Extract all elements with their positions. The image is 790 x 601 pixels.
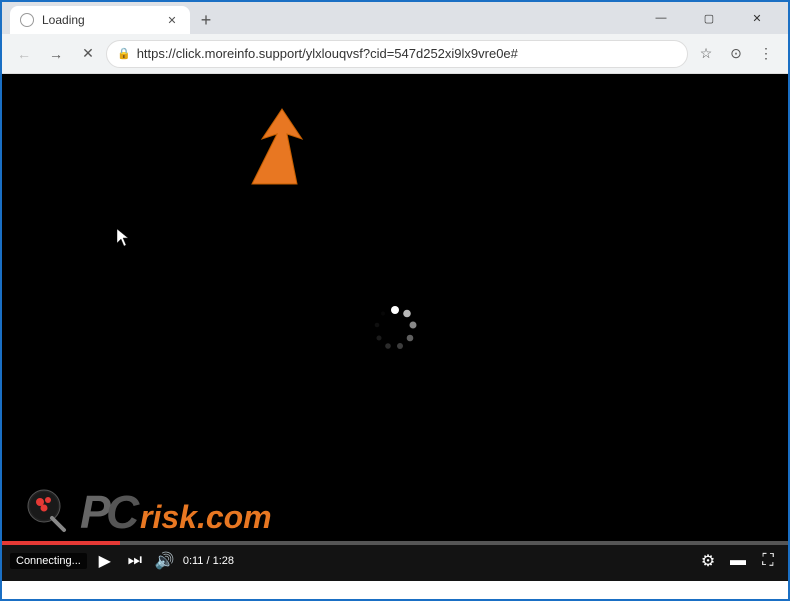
bookmark-button[interactable]: ☆ [692, 40, 720, 68]
settings-button[interactable]: ⚙ [696, 549, 720, 573]
next-button[interactable]: ⏭ [123, 549, 147, 573]
theater-button[interactable]: ▬ [726, 549, 750, 573]
right-controls: ⚙ ▬ ⛶ [696, 549, 780, 573]
forward-button[interactable]: → [42, 40, 70, 68]
fullscreen-button[interactable]: ⛶ [756, 549, 780, 573]
tab-strip: Loading ✕ + [10, 2, 638, 34]
new-tab-button[interactable]: + [192, 6, 220, 34]
connecting-text: Connecting... [10, 553, 87, 569]
minimize-button[interactable]: — [638, 2, 684, 34]
tab-title: Loading [42, 13, 156, 27]
account-button[interactable]: ⊙ [722, 40, 750, 68]
menu-button[interactable]: ⋮ [752, 40, 780, 68]
browser-content: P C risk.com Connecting... ▶ ⏭ 🔊 0:11 / … [2, 74, 788, 581]
loading-spinner [370, 303, 420, 353]
volume-button[interactable]: 🔊 [153, 549, 177, 573]
progress-track[interactable] [2, 541, 788, 545]
maximize-button[interactable]: ▢ [686, 2, 732, 34]
play-button[interactable]: ▶ [93, 549, 117, 573]
titlebar: Loading ✕ + — ▢ ✕ [2, 2, 788, 34]
mouse-cursor [117, 229, 131, 243]
tab-close-button[interactable]: ✕ [164, 12, 180, 28]
progress-fill [2, 541, 120, 545]
nav-actions: ☆ ⊙ ⋮ [692, 40, 780, 68]
url-text: https://click.moreinfo.support/ylxlouqvs… [137, 46, 677, 61]
back-button[interactable]: ← [10, 40, 38, 68]
active-tab[interactable]: Loading ✕ [10, 6, 190, 34]
reload-button[interactable]: ✕ [74, 40, 102, 68]
tab-favicon [20, 13, 34, 27]
video-controls: Connecting... ▶ ⏭ 🔊 0:11 / 1:28 ⚙ ▬ ⛶ [2, 541, 788, 581]
pcrisk-icon [22, 486, 72, 536]
time-display: 0:11 / 1:28 [183, 555, 234, 567]
window-controls: — ▢ ✕ [638, 2, 780, 34]
close-window-button[interactable]: ✕ [734, 2, 780, 34]
svg-text:C: C [106, 486, 140, 536]
logo-overlay: P C risk.com [22, 486, 380, 536]
navbar: ← → ✕ 🔒 https://click.moreinfo.support/y… [2, 34, 788, 74]
pcrisk-logo-text: P C risk.com [80, 486, 380, 536]
address-bar[interactable]: 🔒 https://click.moreinfo.support/ylxlouq… [106, 40, 688, 68]
lock-icon: 🔒 [117, 47, 131, 60]
svg-text:risk.com: risk.com [140, 499, 272, 535]
